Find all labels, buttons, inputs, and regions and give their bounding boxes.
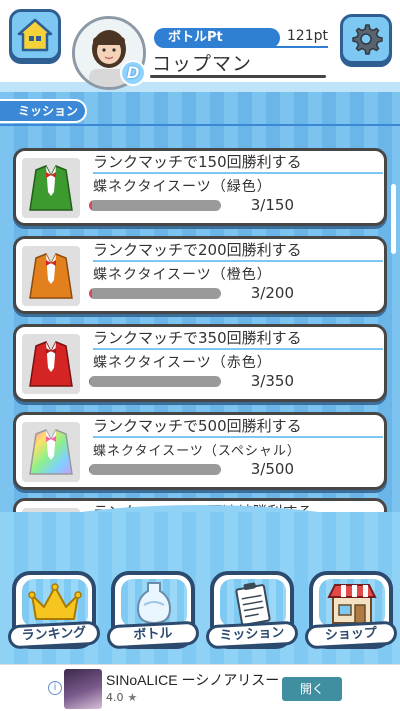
progress-count: 3/150 xyxy=(250,196,294,214)
mission-thumbnail xyxy=(22,246,80,306)
nav-bottle-label: ボトル xyxy=(106,620,200,650)
tab-divider xyxy=(0,124,400,126)
shop-icon xyxy=(327,584,377,624)
mission-title: ランクマッチで350回勝利する xyxy=(93,329,302,347)
progress-count: 3/350 xyxy=(250,372,294,390)
mission-reward: 蝶ネクタイスーツ（赤色） xyxy=(93,355,272,371)
title-underline xyxy=(93,436,383,438)
progress-count: 3/500 xyxy=(250,460,294,478)
mission-card[interactable]: ランクマッチで150回勝利する 蝶ネクタイスーツ（緑色） 3/150 xyxy=(13,148,387,226)
nav-icon-area xyxy=(22,579,88,627)
mission-title: ランクマッチで150回勝利する xyxy=(93,153,302,171)
player-name: コップマン xyxy=(152,53,253,75)
progress-fill xyxy=(89,376,91,387)
mission-tab: ミッション xyxy=(0,99,87,123)
mission-thumbnail xyxy=(22,422,80,482)
mission-reward: 蝶ネクタイスーツ（橙色） xyxy=(93,267,272,283)
nav-shop-button[interactable]: ショップ xyxy=(304,571,398,650)
gear-icon xyxy=(352,24,383,55)
home-button[interactable] xyxy=(9,9,61,61)
mission-card[interactable]: ランクマッチで200回勝利する 蝶ネクタイスーツ（橙色） 3/200 xyxy=(13,236,387,314)
bottle-icon xyxy=(136,582,172,625)
orange-suit-icon xyxy=(29,253,73,299)
home-icon xyxy=(17,18,53,52)
clipboard-icon xyxy=(235,582,271,625)
ad-image xyxy=(64,669,102,709)
nav-shop-label: ショップ xyxy=(304,620,398,650)
star-icon: ★ xyxy=(127,691,138,704)
mission-thumbnail xyxy=(22,334,80,394)
nav-mission-button[interactable]: ミッション xyxy=(205,571,299,650)
points-label: ボトルPt xyxy=(154,28,280,48)
title-underline xyxy=(93,348,383,350)
progress-bar xyxy=(89,288,221,299)
nav-ranking-button[interactable]: ランキング xyxy=(7,571,101,650)
rank-badge: D xyxy=(120,60,146,86)
ad-open-button[interactable]: 開く xyxy=(282,677,342,701)
mission-reward: 蝶ネクタイスーツ（緑色） xyxy=(93,179,272,195)
settings-button[interactable] xyxy=(340,14,392,64)
scrollbar[interactable] xyxy=(391,184,396,254)
points-value: 121pt xyxy=(286,28,328,44)
rainbow-suit-icon xyxy=(29,429,73,475)
nav-ranking-label: ランキング xyxy=(7,620,101,650)
mission-card[interactable]: ランクマッチで500回勝利する 蝶ネクタイスーツ（スペシャル） 3/500 xyxy=(13,412,387,490)
progress-bar xyxy=(89,376,221,387)
crown-icon xyxy=(28,583,82,620)
ad-title: SINoALICE ーシノアリスー xyxy=(106,672,280,688)
red-suit-icon xyxy=(29,341,73,387)
mission-card[interactable]: ランクマッチで350回勝利する 蝶ネクタイスーツ（赤色） 3/350 xyxy=(13,324,387,402)
progress-count: 3/200 xyxy=(250,284,294,302)
title-underline xyxy=(93,260,383,262)
name-underline xyxy=(150,75,326,78)
progress-fill xyxy=(89,288,92,299)
progress-bar xyxy=(89,200,221,211)
mission-reward: 蝶ネクタイスーツ（スペシャル） xyxy=(93,444,301,459)
nav-bottle-button[interactable]: ボトル xyxy=(106,571,200,650)
ad-info-icon[interactable]: i xyxy=(48,681,62,695)
progress-bar xyxy=(89,464,221,475)
mission-title: ランクマッチで200回勝利する xyxy=(93,241,302,259)
mission-thumbnail xyxy=(22,158,80,218)
ad-rating-value: 4.0 xyxy=(106,691,124,704)
header-strip xyxy=(0,82,400,92)
progress-fill xyxy=(89,200,92,211)
ad-rating: 4.0 ★ xyxy=(106,691,137,704)
mission-list[interactable]: ランクマッチで150回勝利する 蝶ネクタイスーツ（緑色） 3/150 ランクマッ… xyxy=(0,140,400,512)
ad-banner[interactable]: i SINoALICE ーシノアリスー 4.0 ★ 開く xyxy=(0,664,400,711)
progress-fill xyxy=(89,464,91,475)
nav-mission-label: ミッション xyxy=(205,620,299,650)
mission-title: ランクマッチで500回勝利する xyxy=(93,417,302,435)
nav-icon-area xyxy=(319,579,385,627)
title-underline xyxy=(93,172,383,174)
points-underline xyxy=(270,46,328,48)
green-suit-icon xyxy=(29,165,73,211)
nav-icon-area xyxy=(220,579,286,627)
nav-icon-area xyxy=(121,579,187,627)
